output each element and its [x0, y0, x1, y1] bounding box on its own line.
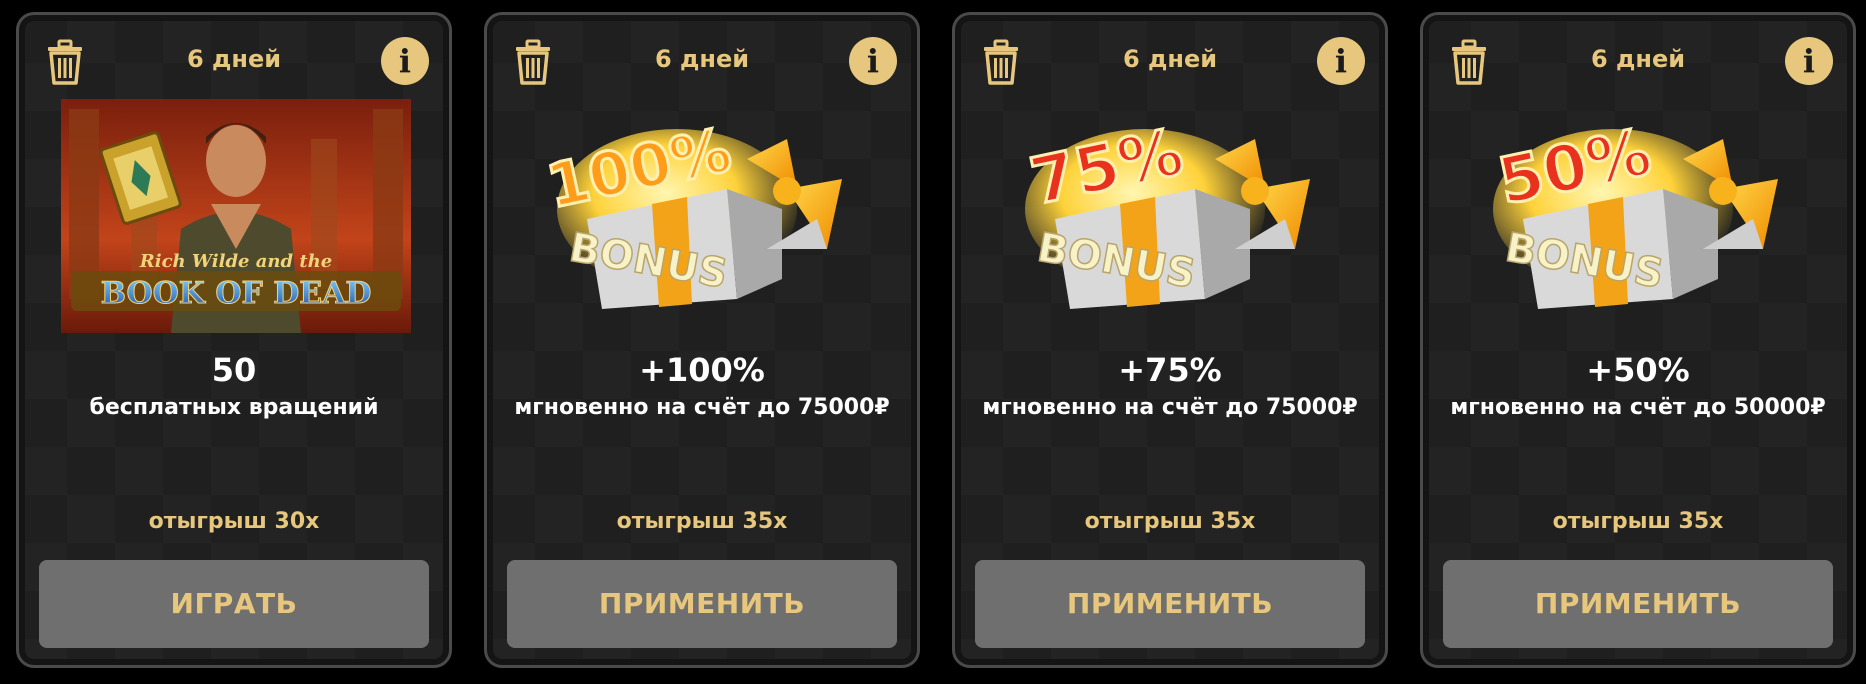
game-title: BOOK OF DEAD — [101, 276, 372, 311]
game-subtitle: Rich Wilde and the — [139, 251, 332, 272]
bonus-amount: 50 — [211, 351, 257, 389]
bonus-box-image: BONUS 75% — [1023, 114, 1310, 309]
bonus-cards: 6 дней i Rich Wilde and the BOOK OF DEAD… — [0, 0, 1866, 684]
bonus-card-75: 6 дней i BONUS 75% +75% мгновенно на счё… — [952, 12, 1388, 668]
wager-requirement: отыгрыш 30x — [148, 509, 320, 534]
book-of-dead-game-image: Rich Wilde and the BOOK OF DEAD — [61, 99, 411, 333]
bonus-description: мгновенно на счёт до 50000₽ — [1450, 395, 1826, 420]
play-button[interactable]: ИГРАТЬ — [39, 560, 429, 648]
info-icon[interactable]: i — [849, 37, 897, 85]
wager-requirement: отыгрыш 35x — [616, 509, 788, 534]
bonus-amount: +100% — [639, 351, 765, 389]
bonus-description: мгновенно на счёт до 75000₽ — [982, 395, 1358, 420]
bonus-description: мгновенно на счёт до 75000₽ — [514, 395, 890, 420]
bonus-amount: +50% — [1586, 351, 1690, 389]
bonus-description: бесплатных вращений — [89, 395, 379, 420]
bonus-amount: +75% — [1118, 351, 1222, 389]
bonus-card-free-spins: 6 дней i Rich Wilde and the BOOK OF DEAD… — [16, 12, 452, 668]
wager-requirement: отыгрыш 35x — [1084, 509, 1256, 534]
bonus-box-image: BONUS 100% — [540, 114, 842, 309]
info-icon[interactable]: i — [381, 37, 429, 85]
apply-button[interactable]: ПРИМЕНИТЬ — [975, 560, 1365, 648]
info-icon[interactable]: i — [1317, 37, 1365, 85]
wager-requirement: отыгрыш 35x — [1552, 509, 1724, 534]
bonus-box-image: BONUS 50% — [1491, 114, 1778, 309]
bonus-card-100: 6 дней i BONUS 100% +100% мгновенно на с… — [484, 12, 920, 668]
bonus-card-50: 6 дней i BONUS 50% +50% мгновенно на счё… — [1420, 12, 1856, 668]
apply-button[interactable]: ПРИМЕНИТЬ — [1443, 560, 1833, 648]
info-icon[interactable]: i — [1785, 37, 1833, 85]
apply-button[interactable]: ПРИМЕНИТЬ — [507, 560, 897, 648]
